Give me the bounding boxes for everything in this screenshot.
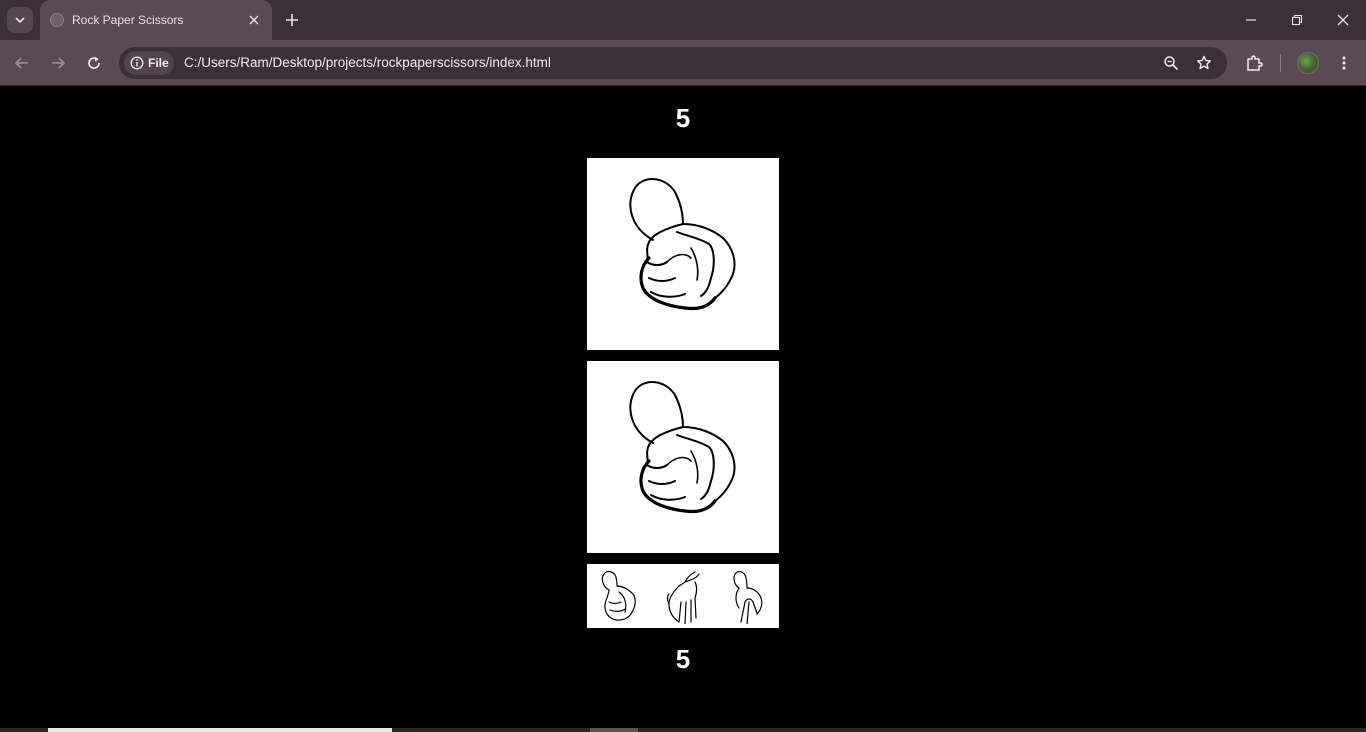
paper-button[interactable] <box>661 568 705 625</box>
extensions-button[interactable] <box>1242 51 1266 75</box>
more-vertical-icon <box>1342 56 1346 70</box>
minimize-button[interactable] <box>1228 0 1274 40</box>
zoom-out-icon <box>1164 56 1179 71</box>
chevron-down-icon <box>15 17 25 24</box>
tab-search-button[interactable] <box>7 7 33 33</box>
player-score: 5 <box>675 644 691 674</box>
info-icon <box>130 56 144 70</box>
arrow-right-icon <box>52 57 66 69</box>
forward-button[interactable] <box>46 51 70 75</box>
star-icon <box>1197 55 1211 70</box>
reload-icon <box>88 56 100 69</box>
close-icon <box>1337 14 1349 26</box>
toolbar-divider <box>1280 54 1281 72</box>
rock-fist-icon <box>629 381 736 514</box>
browser-tab[interactable]: Rock Paper Scissors <box>40 0 272 40</box>
scissors-hand-icon <box>733 571 763 625</box>
computer-score: 5 <box>675 103 691 133</box>
restore-button[interactable] <box>1274 0 1320 40</box>
taskbar-search-box[interactable] <box>48 728 392 732</box>
reload-button[interactable] <box>82 51 106 75</box>
address-bar[interactable]: File C:/Users/Ram/Desktop/projects/rockp… <box>119 47 1227 79</box>
scissors-button[interactable] <box>725 568 769 625</box>
page-content: 5 5 <box>0 87 1366 728</box>
tab-title: Rock Paper Scissors <box>72 13 184 27</box>
player-choice-image <box>587 361 779 553</box>
site-info-label: File <box>148 56 169 70</box>
restore-icon <box>1291 14 1303 26</box>
profile-avatar[interactable] <box>1297 52 1319 74</box>
puzzle-icon <box>1247 55 1263 71</box>
taskbar-app[interactable] <box>590 728 638 732</box>
paper-hand-icon <box>666 571 700 625</box>
browser-toolbar: File C:/Users/Ram/Desktop/projects/rockp… <box>0 40 1366 86</box>
site-info-chip[interactable]: File <box>124 51 174 75</box>
rock-hand-icon <box>601 571 636 621</box>
plus-icon <box>286 14 298 26</box>
menu-button[interactable] <box>1332 51 1356 75</box>
globe-icon <box>50 13 64 27</box>
close-window-button[interactable] <box>1320 0 1366 40</box>
rock-button[interactable] <box>597 568 641 624</box>
new-tab-button[interactable] <box>281 9 303 31</box>
arrow-left-icon <box>14 57 28 69</box>
minimize-icon <box>1246 19 1256 21</box>
choice-buttons <box>587 564 779 628</box>
rock-fist-icon <box>629 178 736 311</box>
url-text[interactable]: C:/Users/Ram/Desktop/projects/rockpapers… <box>184 55 551 70</box>
computer-choice-image <box>587 158 779 350</box>
zoom-button[interactable] <box>1159 51 1183 75</box>
tab-strip: Rock Paper Scissors <box>0 0 1366 40</box>
close-icon <box>249 15 259 25</box>
back-button[interactable] <box>10 51 34 75</box>
bookmark-button[interactable] <box>1192 51 1216 75</box>
tab-close-button[interactable] <box>244 10 264 30</box>
